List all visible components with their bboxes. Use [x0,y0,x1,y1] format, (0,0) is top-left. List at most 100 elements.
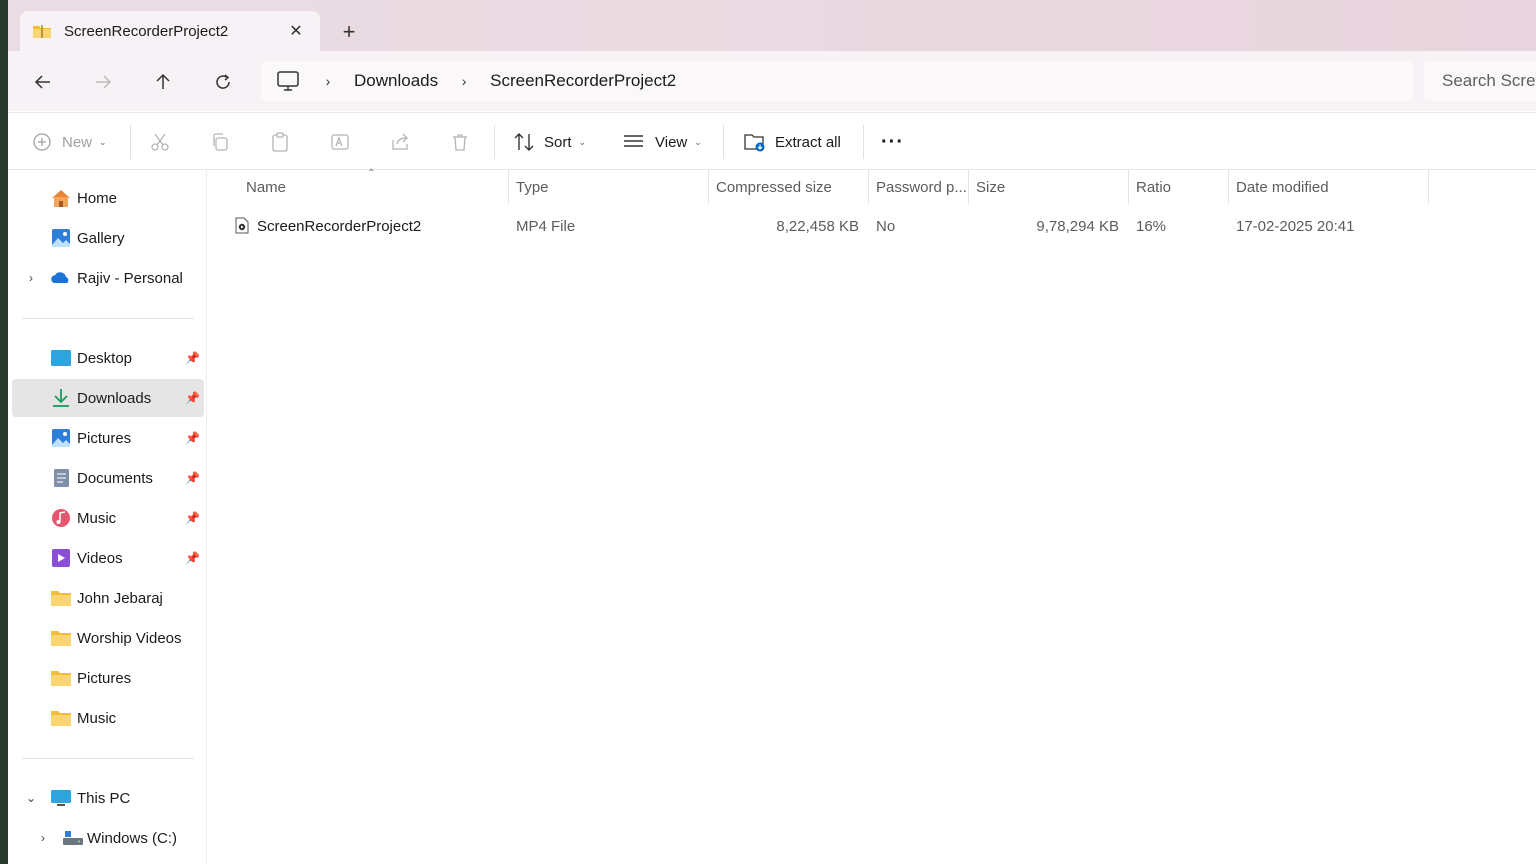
desktop-icon [51,350,71,366]
new-tab-button[interactable]: + [334,17,364,47]
sidebar-item-label: Videos [77,549,123,567]
cut-button[interactable] [150,113,170,171]
video-file-icon [235,217,249,234]
share-button[interactable] [390,113,410,171]
column-header-compressed-size[interactable]: Compressed size [716,170,832,204]
rename-button[interactable] [330,113,350,171]
file-name[interactable]: ScreenRecorderProject2 [257,210,421,242]
pin-icon[interactable]: 📌 [185,551,200,565]
sidebar-item-pictures-folder[interactable]: Pictures [12,659,204,697]
pin-icon[interactable]: 📌 [185,511,200,525]
sidebar-item-gallery[interactable]: Gallery [12,219,204,257]
column-header-ratio[interactable]: Ratio [1136,170,1171,204]
column-resizer[interactable] [508,170,509,204]
refresh-icon [216,74,230,89]
sort-button[interactable]: Sort ⌄ [513,113,586,171]
column-header-type[interactable]: Type [516,170,549,204]
view-button[interactable]: View ⌄ [623,113,702,171]
arrow-left-icon [34,75,50,89]
chevron-right-icon[interactable]: › [24,271,38,285]
chevron-down-icon[interactable]: ⌄ [24,791,38,805]
up-button[interactable] [147,66,179,98]
divider [130,125,131,159]
chevron-right-icon[interactable]: › [36,831,50,845]
copy-button[interactable] [210,113,230,171]
back-button[interactable] [27,66,59,98]
column-header-size[interactable]: Size [976,170,1005,204]
close-tab-icon[interactable]: ✕ [282,17,310,45]
address-bar[interactable]: › Downloads › ScreenRecorderProject2 [261,61,1413,101]
column-resizer[interactable] [1428,170,1429,204]
chevron-down-icon: ⌄ [99,136,107,147]
pin-icon[interactable]: 📌 [185,351,200,365]
divider [863,125,864,159]
sidebar-item-label: Pictures [77,429,132,447]
breadcrumb-downloads[interactable]: Downloads [346,71,446,91]
folder-icon [51,591,71,606]
sidebar-item-music-folder[interactable]: Music [12,699,204,737]
sidebar-item-label: Documents [77,469,153,487]
refresh-button[interactable] [207,66,239,98]
chevron-right-icon[interactable]: › [452,73,476,89]
delete-button[interactable] [450,113,470,171]
view-label: View [655,133,688,151]
sidebar-item-windows-c[interactable]: › Windows (C:) [12,819,204,857]
table-row[interactable]: ScreenRecorderProject2 MP4 File 8,22,458… [231,210,1431,242]
paste-button[interactable] [270,113,290,171]
sidebar-item-label: This PC [77,789,131,807]
divider [22,758,194,759]
sidebar-item-pictures[interactable]: Pictures 📌 [12,419,204,457]
file-password: No [876,217,896,235]
new-label: New [62,133,93,151]
arrow-up-icon [156,73,170,89]
folder-icon [51,711,71,726]
onedrive-icon [51,272,69,283]
divider [494,125,495,159]
sidebar-item-worship-videos[interactable]: Worship Videos [12,619,204,657]
column-resizer[interactable] [1128,170,1129,204]
extract-all-button[interactable]: Extract all [744,113,841,171]
file-compressed-size: 8,22,458 KB [776,217,859,235]
pictures-icon [52,429,70,447]
column-resizer[interactable] [708,170,709,204]
sidebar-item-videos[interactable]: Videos 📌 [12,539,204,577]
sidebar-item-this-pc[interactable]: ⌄ This PC [12,779,204,817]
sidebar-item-home[interactable]: Home [12,179,204,217]
file-ratio: 16% [1136,217,1167,235]
column-resizer[interactable] [868,170,869,204]
sidebar-item-desktop[interactable]: Desktop 📌 [12,339,204,377]
tab-screenrecorderproject2[interactable]: ScreenRecorderProject2 ✕ [20,11,320,51]
sort-label: Sort [544,133,572,151]
sidebar-item-john-jebaraj[interactable]: John Jebaraj [12,579,204,617]
column-resizer[interactable] [1228,170,1229,204]
pin-icon[interactable]: 📌 [185,391,200,405]
folder-icon [51,671,71,686]
column-header-password[interactable]: Password p... [876,170,967,204]
extract-icon [744,134,765,152]
more-options-button[interactable]: ··· [881,113,904,171]
sidebar-item-onedrive[interactable]: › Rajiv - Personal [12,259,204,297]
column-resizer[interactable] [968,170,969,204]
sidebar-item-documents[interactable]: Documents 📌 [12,459,204,497]
divider [22,318,194,319]
drive-icon [63,831,83,845]
this-pc-icon [51,790,71,806]
new-button[interactable]: New ⌄ [32,113,107,171]
column-header-name[interactable]: Name [246,170,286,204]
breadcrumb-current-folder[interactable]: ScreenRecorderProject2 [482,71,684,91]
extract-all-label: Extract all [775,133,841,151]
zip-folder-icon [32,23,52,39]
sidebar-item-music[interactable]: Music 📌 [12,499,204,537]
search-box[interactable]: Search Scree [1424,61,1536,101]
clipboard-icon [272,132,288,152]
column-header-date-modified[interactable]: Date modified [1236,170,1329,204]
sidebar-item-label: Downloads [77,389,152,407]
sidebar-item-label: Desktop [77,349,133,367]
chevron-right-icon[interactable]: › [316,73,340,89]
home-icon [52,190,70,207]
pin-icon[interactable]: 📌 [185,431,200,445]
pin-icon[interactable]: 📌 [185,471,200,485]
sidebar-item-downloads[interactable]: Downloads 📌 [12,379,204,417]
search-placeholder: Search Scree [1442,71,1536,90]
forward-button[interactable] [87,66,119,98]
